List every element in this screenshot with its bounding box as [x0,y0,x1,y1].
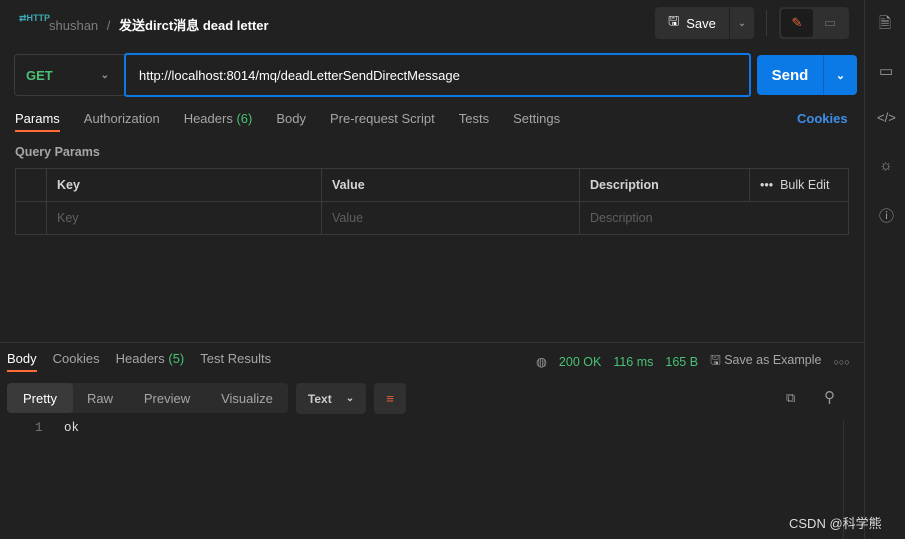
bulk-edit-button[interactable]: ••• Bulk Edit [749,168,849,202]
tab-pre-request-script[interactable]: Pre-request Script [330,111,435,132]
save-button[interactable]: 🖫 Save [655,7,729,39]
save-icon: 🖫 [668,13,680,28]
save-options-dropdown[interactable]: ⌄ [730,7,754,39]
tab-params[interactable]: Params [15,111,60,132]
edit-pencil-icon[interactable]: ✎ [781,9,813,37]
tab-body[interactable]: Body [276,111,306,132]
http-request-icon: ⇄HTTP [19,13,51,23]
code-icon[interactable]: </> [877,110,896,125]
response-time[interactable]: 116 ms [613,355,653,369]
response-tab-test-results[interactable]: Test Results [200,351,271,372]
table-header-row: Key Value Description ••• Bulk Edit [15,168,849,202]
view-mode-selector: Pretty Raw Preview Visualize [7,383,288,413]
table-row: Key Value Description [15,201,849,235]
breadcrumb-separator: / [106,18,111,33]
save-icon: 🖫 [710,353,721,367]
info-icon[interactable]: ⓘ [879,205,894,226]
column-key: Key [46,168,322,202]
method-select[interactable]: GET ⌄ [14,54,125,96]
pane-divider[interactable] [0,342,864,343]
line-number: 1 [35,421,43,435]
save-as-example-button[interactable]: 🖫 Save as Example [710,351,821,372]
comment-icon[interactable]: ▭ [813,15,847,31]
right-sidebar: 🗎 ▭ </> ☼ ⓘ [864,0,905,539]
column-description: Description [579,168,750,202]
chevron-down-icon: ⌄ [100,69,109,81]
response-tab-cookies[interactable]: Cookies [53,351,100,372]
tab-settings[interactable]: Settings [513,111,560,132]
response-body: 1 ok [35,421,79,435]
description-input[interactable]: Description [579,201,849,235]
column-value: Value [321,168,580,202]
comments-icon[interactable]: ▭ [879,62,893,80]
query-params-title: Query Params [15,145,100,159]
tab-authorization[interactable]: Authorization [84,111,160,132]
workspace-link[interactable]: shushan [49,18,98,33]
tab-headers[interactable]: Headers (6) [184,111,253,132]
view-visualize[interactable]: Visualize [207,383,287,413]
chevron-down-icon[interactable]: ⌄ [824,55,857,95]
view-raw[interactable]: Raw [73,383,127,413]
request-name[interactable]: 发送dirct消息 dead letter [119,18,269,33]
url-input[interactable]: http://localhost:8014/mq/deadLetterSendD… [124,53,751,97]
more-options-icon[interactable]: ○○○ [833,357,849,367]
status-code[interactable]: 200 OK [559,355,601,369]
format-select[interactable]: Text ⌄ [296,383,366,414]
cookies-link[interactable]: Cookies [797,111,848,126]
copy-icon[interactable]: ⧉ [786,390,795,406]
more-icon: ••• [760,178,774,192]
send-button[interactable]: Send ⌄ [757,55,857,95]
lightbulb-icon[interactable]: ☼ [879,157,893,174]
response-size[interactable]: 165 B [665,355,698,369]
key-input[interactable]: Key [46,201,322,235]
documentation-icon[interactable]: 🗎 [879,13,891,38]
chevron-down-icon: ⌄ [345,393,355,404]
watermark: CSDN @科学熊 [789,516,882,531]
value-input[interactable]: Value [321,201,580,235]
view-pretty[interactable]: Pretty [7,383,73,413]
response-tab-headers[interactable]: Headers (5) [116,351,185,372]
response-tab-body[interactable]: Body [7,351,37,372]
view-preview[interactable]: Preview [127,383,207,413]
chevron-down-icon: ⌄ [737,17,747,29]
breadcrumb: shushan / 发送dirct消息 dead letter [49,15,269,34]
search-icon[interactable]: ⚲ [824,388,835,406]
globe-icon[interactable]: ◍ [536,354,547,369]
query-params-table: Key Value Description ••• Bulk Edit Key … [15,168,849,235]
code-line: ok [64,421,80,435]
tab-tests[interactable]: Tests [459,111,489,132]
wrap-lines-icon[interactable]: ≡ [374,383,406,414]
divider [766,10,767,36]
